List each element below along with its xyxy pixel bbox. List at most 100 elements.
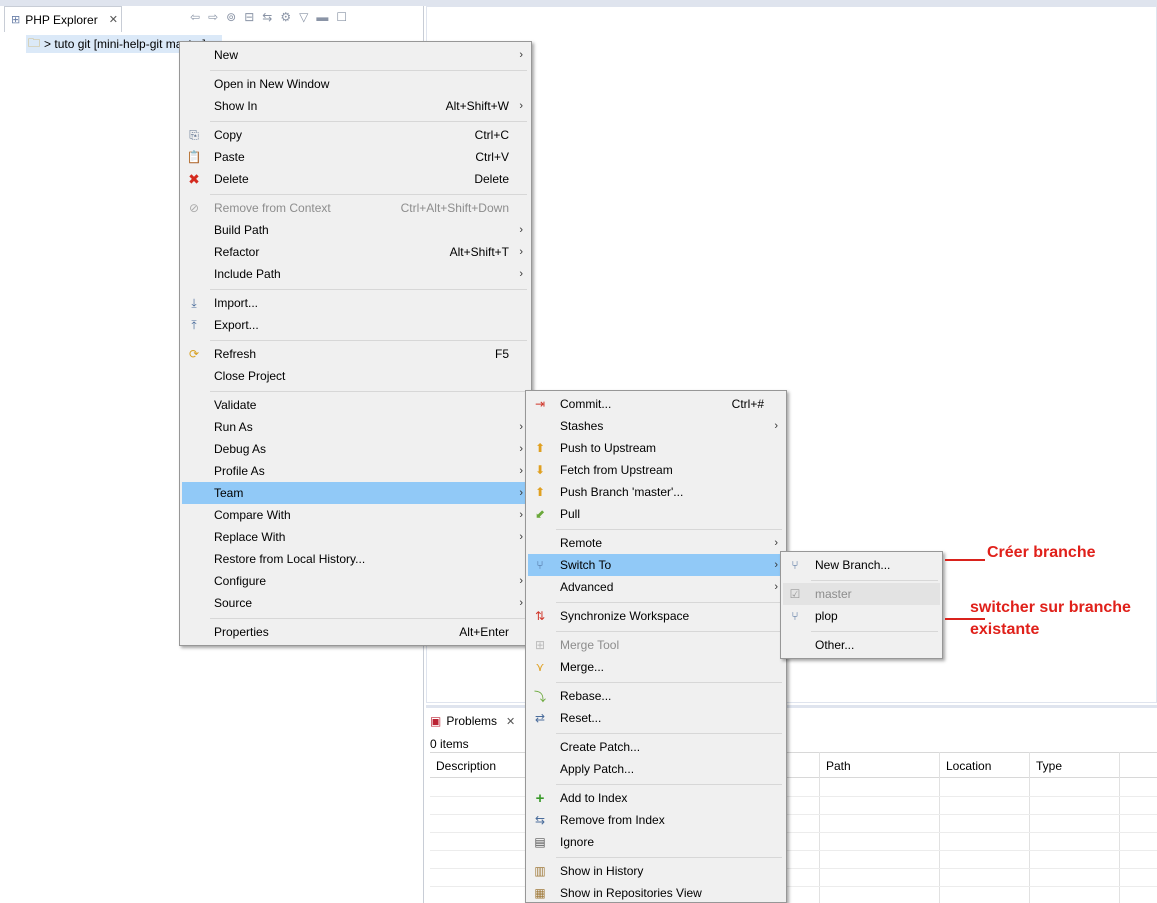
menu-item-run-as[interactable]: Run As › [182,416,529,438]
menu-item-label: plop [815,609,838,623]
menu-item-build-path[interactable]: Build Path › [182,219,529,241]
menu-item-restore-from-local-history[interactable]: Restore from Local History... [182,548,529,570]
menu-item-merge-tool: ⊞ Merge Tool [528,634,784,656]
menu-item-label: master [815,587,852,601]
menu-item-label: Compare With [214,508,291,522]
column-description[interactable]: Description [436,759,496,773]
collapse-all-icon[interactable]: ⊟ [244,10,254,24]
menu-item-label: Include Path [214,267,281,281]
menu-item-switch-to[interactable]: ⑂ Switch To › [528,554,784,576]
menu-item-label: Stashes [560,419,604,433]
minimize-icon[interactable]: ▬ [316,10,328,24]
menu-item-refactor[interactable]: Refactor Alt+Shift+T › [182,241,529,263]
menu-item-compare-with[interactable]: Compare With › [182,504,529,526]
menu-item-new-branch[interactable]: ⑂ New Branch... [783,554,940,576]
menu-item-label: Build Path [214,223,269,237]
link-editor-icon[interactable]: ⇆ [262,10,272,24]
menu-item-commit[interactable]: ⇥ Commit... Ctrl+# [528,393,784,415]
close-icon[interactable]: ✕ [109,13,118,26]
menu-item-profile-as[interactable]: Profile As › [182,460,529,482]
remove-index-icon: ⇆ [534,813,546,827]
history-icon: ▥ [534,864,546,878]
menu-separator [556,602,782,603]
menu-item-fetch-from-upstream[interactable]: ⬇ Fetch from Upstream [528,459,784,481]
menu-item-copy[interactable]: ⎘ Copy Ctrl+C [182,124,529,146]
menu-item-pull[interactable]: ⬋ Pull [528,503,784,525]
menu-item-label: Merge Tool [560,638,620,652]
menu-item-reset[interactable]: ⇄ Reset... [528,707,784,729]
rebase-icon: ⤵ [533,689,546,704]
push-branch-icon: ⬆ [534,485,546,499]
menu-item-remove-from-index[interactable]: ⇆ Remove from Index [528,809,784,831]
menu-item-branch-plop[interactable]: ⑂ plop [783,605,940,627]
menu-item-team[interactable]: Team › [182,482,529,504]
menu-item-other[interactable]: Other... [783,634,940,656]
chevron-right-icon: › [519,575,523,587]
menu-item-label: Create Patch... [560,740,641,754]
menu-item-open-in-new-window[interactable]: Open in New Window [182,73,529,95]
menu-item-add-to-index[interactable]: + Add to Index [528,787,784,809]
menu-item-label: Ignore [560,835,595,849]
menu-item-delete[interactable]: ✖ Delete Delete [182,168,529,190]
menu-separator [210,194,527,195]
chevron-right-icon: › [519,100,523,112]
menu-item-rebase[interactable]: ⤵ Rebase... [528,685,784,707]
menu-item-remote[interactable]: Remote › [528,532,784,554]
branch-icon: ⑂ [791,609,799,623]
menu-item-apply-patch[interactable]: Apply Patch... [528,758,784,780]
menu-item-label: Show in History [560,864,644,878]
menu-item-merge[interactable]: ⋎ Merge... [528,656,784,678]
view-menu-icon[interactable]: ▽ [299,10,308,24]
menu-item-import[interactable]: ⤓ Import... [182,292,529,314]
maximize-icon[interactable]: ☐ [336,10,347,24]
menu-item-stashes[interactable]: Stashes › [528,415,784,437]
menu-item-label: Push to Upstream [560,441,657,455]
menu-item-close-project[interactable]: Close Project [182,365,529,387]
new-branch-icon: ⑂ [791,558,799,572]
import-icon: ⤓ [191,295,197,310]
menu-item-source[interactable]: Source › [182,592,529,614]
tab-problems[interactable]: ▣ Problems ✕ [430,710,515,732]
push-icon: ⬆ [534,441,546,455]
tab-problems-label: Problems [446,714,498,728]
up-icon[interactable]: ⊚ [226,10,236,24]
menu-item-label: Profile As [214,464,265,478]
menu-item-properties[interactable]: Properties Alt+Enter [182,621,529,643]
menu-item-paste[interactable]: 📋 Paste Ctrl+V [182,146,529,168]
menu-item-export[interactable]: ⤒ Export... [182,314,529,336]
chevron-right-icon: › [519,465,523,477]
menu-item-replace-with[interactable]: Replace With › [182,526,529,548]
annotation-switch-line1: switcher sur branche [970,599,1131,616]
menu-item-new[interactable]: New › [182,44,529,66]
menu-item-show-in-history[interactable]: ▥ Show in History [528,860,784,882]
menu-separator [556,733,782,734]
menu-item-refresh[interactable]: ⟳ Refresh F5 [182,343,529,365]
column-path[interactable]: Path [826,759,851,773]
menu-item-shortcut: Ctrl+Alt+Shift+Down [400,201,509,215]
menu-item-show-in[interactable]: Show In Alt+Shift+W › [182,95,529,117]
menu-item-show-in-repositories-view[interactable]: ▦ Show in Repositories View [528,882,784,903]
chevron-right-icon: › [519,49,523,61]
menu-separator [210,340,527,341]
menu-item-push-to-upstream[interactable]: ⬆ Push to Upstream [528,437,784,459]
menu-item-validate[interactable]: Validate [182,394,529,416]
forward-icon[interactable]: ⇨ [208,10,218,24]
menu-item-push-branch[interactable]: ⬆ Push Branch 'master'... [528,481,784,503]
column-type[interactable]: Type [1036,759,1062,773]
column-location[interactable]: Location [946,759,991,773]
menu-item-label: New Branch... [815,558,891,572]
back-icon[interactable]: ⇦ [190,10,200,24]
menu-item-create-patch[interactable]: Create Patch... [528,736,784,758]
menu-item-ignore[interactable]: ▤ Ignore [528,831,784,853]
filter-icon[interactable]: ⚙ [280,10,291,24]
menu-item-debug-as[interactable]: Debug As › [182,438,529,460]
menu-item-include-path[interactable]: Include Path › [182,263,529,285]
menu-item-configure[interactable]: Configure › [182,570,529,592]
menu-item-label: Reset... [560,711,602,725]
tab-php-explorer[interactable]: ⊞ PHP Explorer ✕ [4,6,122,32]
menu-item-synchronize-workspace[interactable]: ⇅ Synchronize Workspace [528,605,784,627]
close-icon[interactable]: ✕ [506,715,515,728]
synchronize-icon: ⇅ [534,609,546,623]
menu-item-label: Merge... [560,660,605,674]
menu-item-advanced[interactable]: Advanced › [528,576,784,598]
